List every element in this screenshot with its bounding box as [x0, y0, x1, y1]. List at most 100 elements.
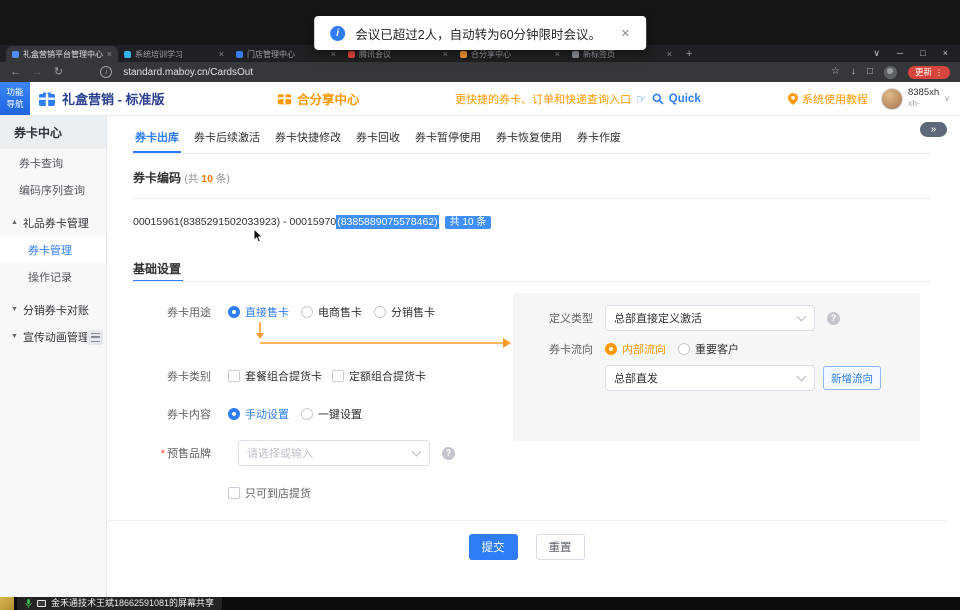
minimize-button[interactable]: ─ — [897, 49, 903, 58]
help-icon[interactable]: ? — [827, 312, 840, 325]
function-nav-button[interactable]: 功能 导航 — [0, 82, 30, 115]
close-icon[interactable]: × — [621, 26, 630, 41]
tab-card-quick-edit[interactable]: 券卡快捷修改 — [273, 126, 343, 153]
define-type-select[interactable]: 总部直接定义激活 — [605, 305, 815, 331]
sidebar-collapse-button[interactable] — [87, 330, 103, 345]
radio-direct-sale[interactable]: 直接售卡 — [228, 304, 289, 320]
radio-internal-flow[interactable]: 内部流向 — [605, 341, 666, 357]
download-icon[interactable]: ↓ — [851, 67, 856, 77]
profile-avatar[interactable] — [884, 66, 897, 79]
favicon — [236, 51, 243, 58]
tab-close-icon[interactable]: × — [555, 50, 560, 59]
favicon — [572, 51, 579, 58]
chevron-down-icon: ∨ — [944, 94, 950, 103]
tab-close-icon[interactable]: × — [219, 50, 224, 59]
code-range-text: 00015961(8385291502033923) - 00015970 — [133, 216, 336, 228]
card-usage-label: 券卡用途 — [133, 304, 211, 320]
back-icon[interactable]: ← — [10, 67, 21, 78]
collapse-right-button[interactable]: » — [920, 122, 947, 137]
browser-tab[interactable]: 系统培训学习 × — [118, 46, 230, 62]
quick-link[interactable]: Quick — [669, 93, 701, 105]
orange-flow-arrow — [247, 320, 517, 352]
url-text[interactable]: standard.maboy.cn/CardsOut — [123, 67, 820, 78]
flow-select-row: 总部直发 新增流向 — [513, 365, 920, 391]
bookmark-star-icon[interactable]: ☆ — [831, 67, 840, 77]
checkbox-fixed-combo-card[interactable]: 定额组合提货卡 — [332, 368, 426, 384]
tab-card-activate[interactable]: 券卡后续激活 — [192, 126, 262, 153]
radio-distribution-sale[interactable]: 分销售卡 — [374, 304, 435, 320]
maximize-button[interactable]: □ — [920, 49, 925, 58]
card-category-label: 券卡类别 — [133, 368, 211, 384]
favicon — [348, 51, 355, 58]
tab-card-resume[interactable]: 券卡恢复使用 — [494, 126, 564, 153]
favicon — [460, 51, 467, 58]
sidebar-item-code-sequence[interactable]: 编码序列查询 — [0, 176, 106, 203]
checkbox-combo-pickup-card[interactable]: 套餐组合提货卡 — [228, 368, 322, 384]
favicon — [12, 51, 19, 58]
site-info-icon[interactable]: i — [100, 66, 112, 78]
share-center-link[interactable]: 合分享中心 — [277, 82, 360, 115]
browser-address-bar: ← → ↻ i standard.maboy.cn/CardsOut ☆ ↓ □… — [0, 62, 960, 82]
presale-brand-label: *预售品牌 — [133, 445, 211, 461]
hamburger-icon — [91, 333, 100, 342]
submit-button[interactable]: 提交 — [469, 534, 518, 560]
radio-ecommerce-sale[interactable]: 电商售卡 — [301, 304, 362, 320]
card-category-row: 券卡类别 套餐组合提货卡 定额组合提货卡 — [133, 368, 426, 384]
flow-select[interactable]: 总部直发 — [605, 365, 815, 391]
presale-brand-select[interactable]: 请选择或输入 — [238, 440, 430, 466]
radio-icon — [228, 408, 240, 420]
label-text: 预售品牌 — [167, 448, 211, 460]
radio-important-customer[interactable]: 重要客户 — [678, 341, 739, 357]
triangle-down-icon: ▼ — [11, 306, 18, 313]
tutorial-link[interactable]: 系统使用教程 — [788, 82, 868, 115]
presale-brand-row: *预售品牌 请选择或输入 ? — [133, 440, 455, 466]
count-prefix: (共 — [184, 173, 201, 185]
tab-label: 合分享中心 — [471, 49, 551, 60]
meeting-toast: i 会议已超过2人，自动转为60分钟限时会议。 × — [314, 16, 646, 50]
tab-card-recycle[interactable]: 券卡回收 — [354, 126, 402, 153]
tab-search-icon[interactable]: ∨ — [873, 49, 880, 58]
radio-label: 一键设置 — [318, 406, 362, 422]
tab-close-icon[interactable]: × — [331, 50, 336, 59]
new-tab-button[interactable]: + — [686, 49, 692, 60]
help-icon[interactable]: ? — [442, 447, 455, 460]
checkbox-icon — [228, 370, 240, 382]
tab-card-pause[interactable]: 券卡暂停使用 — [413, 126, 483, 153]
required-asterisk: * — [161, 448, 165, 460]
address-bar-actions: ☆ ↓ □ 更新 ⋮ — [831, 66, 950, 79]
share-center-label: 合分享中心 — [297, 89, 360, 108]
side-panel-icon[interactable]: □ — [867, 67, 873, 77]
tab-card-void[interactable]: 券卡作废 — [575, 126, 623, 153]
app-logo: 礼盒营销 - 标准版 — [38, 82, 165, 115]
checkbox-label: 定额组合提货卡 — [349, 368, 426, 384]
tab-close-icon[interactable]: × — [107, 50, 112, 59]
add-flow-button[interactable]: 新增流向 — [823, 366, 881, 390]
sidebar-item-operation-log[interactable]: 操作记录 — [0, 263, 106, 290]
card-usage-row: 券卡用途 直接售卡 电商售卡 — [133, 304, 435, 320]
form-actions: 提交 重置 — [107, 534, 946, 560]
quick-entry-promo: 更快捷的券卡、订单和快递查询入口 ☞ Quick — [455, 82, 701, 115]
sidebar-item-card-query[interactable]: 券卡查询 — [0, 149, 106, 176]
close-window-button[interactable]: × — [943, 49, 948, 58]
radio-one-click-setup[interactable]: 一键设置 — [301, 406, 362, 422]
giftbox-logo-icon — [38, 90, 56, 108]
tab-close-icon[interactable]: × — [667, 50, 672, 59]
checkbox-label: 套餐组合提货卡 — [245, 368, 322, 384]
reload-icon[interactable]: ↻ — [54, 67, 63, 78]
sidebar-section-gift-cards[interactable]: ▲ 礼品券卡管理 — [0, 209, 106, 236]
checkbox-store-pickup-only[interactable]: 只可到店提货 — [228, 485, 311, 501]
user-menu[interactable]: 8385xh xh- ∨ — [881, 82, 950, 115]
sidebar-section-distribution[interactable]: ▼ 分销券卡对账 — [0, 296, 106, 323]
microphone-icon — [25, 598, 32, 609]
browser-tab-active[interactable]: 礼盒营销平台管理中心 × — [6, 46, 118, 62]
browser-update-button[interactable]: 更新 ⋮ — [908, 66, 950, 79]
sidebar-item-card-management[interactable]: 券卡管理 — [0, 236, 106, 263]
reset-button[interactable]: 重置 — [536, 534, 585, 560]
radio-label: 电商售卡 — [318, 304, 362, 320]
tab-close-icon[interactable]: × — [443, 50, 448, 59]
define-type-value: 总部直接定义激活 — [614, 310, 702, 326]
forward-icon[interactable]: → — [32, 67, 43, 78]
radio-manual-setup[interactable]: 手动设置 — [228, 406, 289, 422]
tab-card-outbound[interactable]: 券卡出库 — [133, 126, 181, 153]
radio-icon — [301, 408, 313, 420]
